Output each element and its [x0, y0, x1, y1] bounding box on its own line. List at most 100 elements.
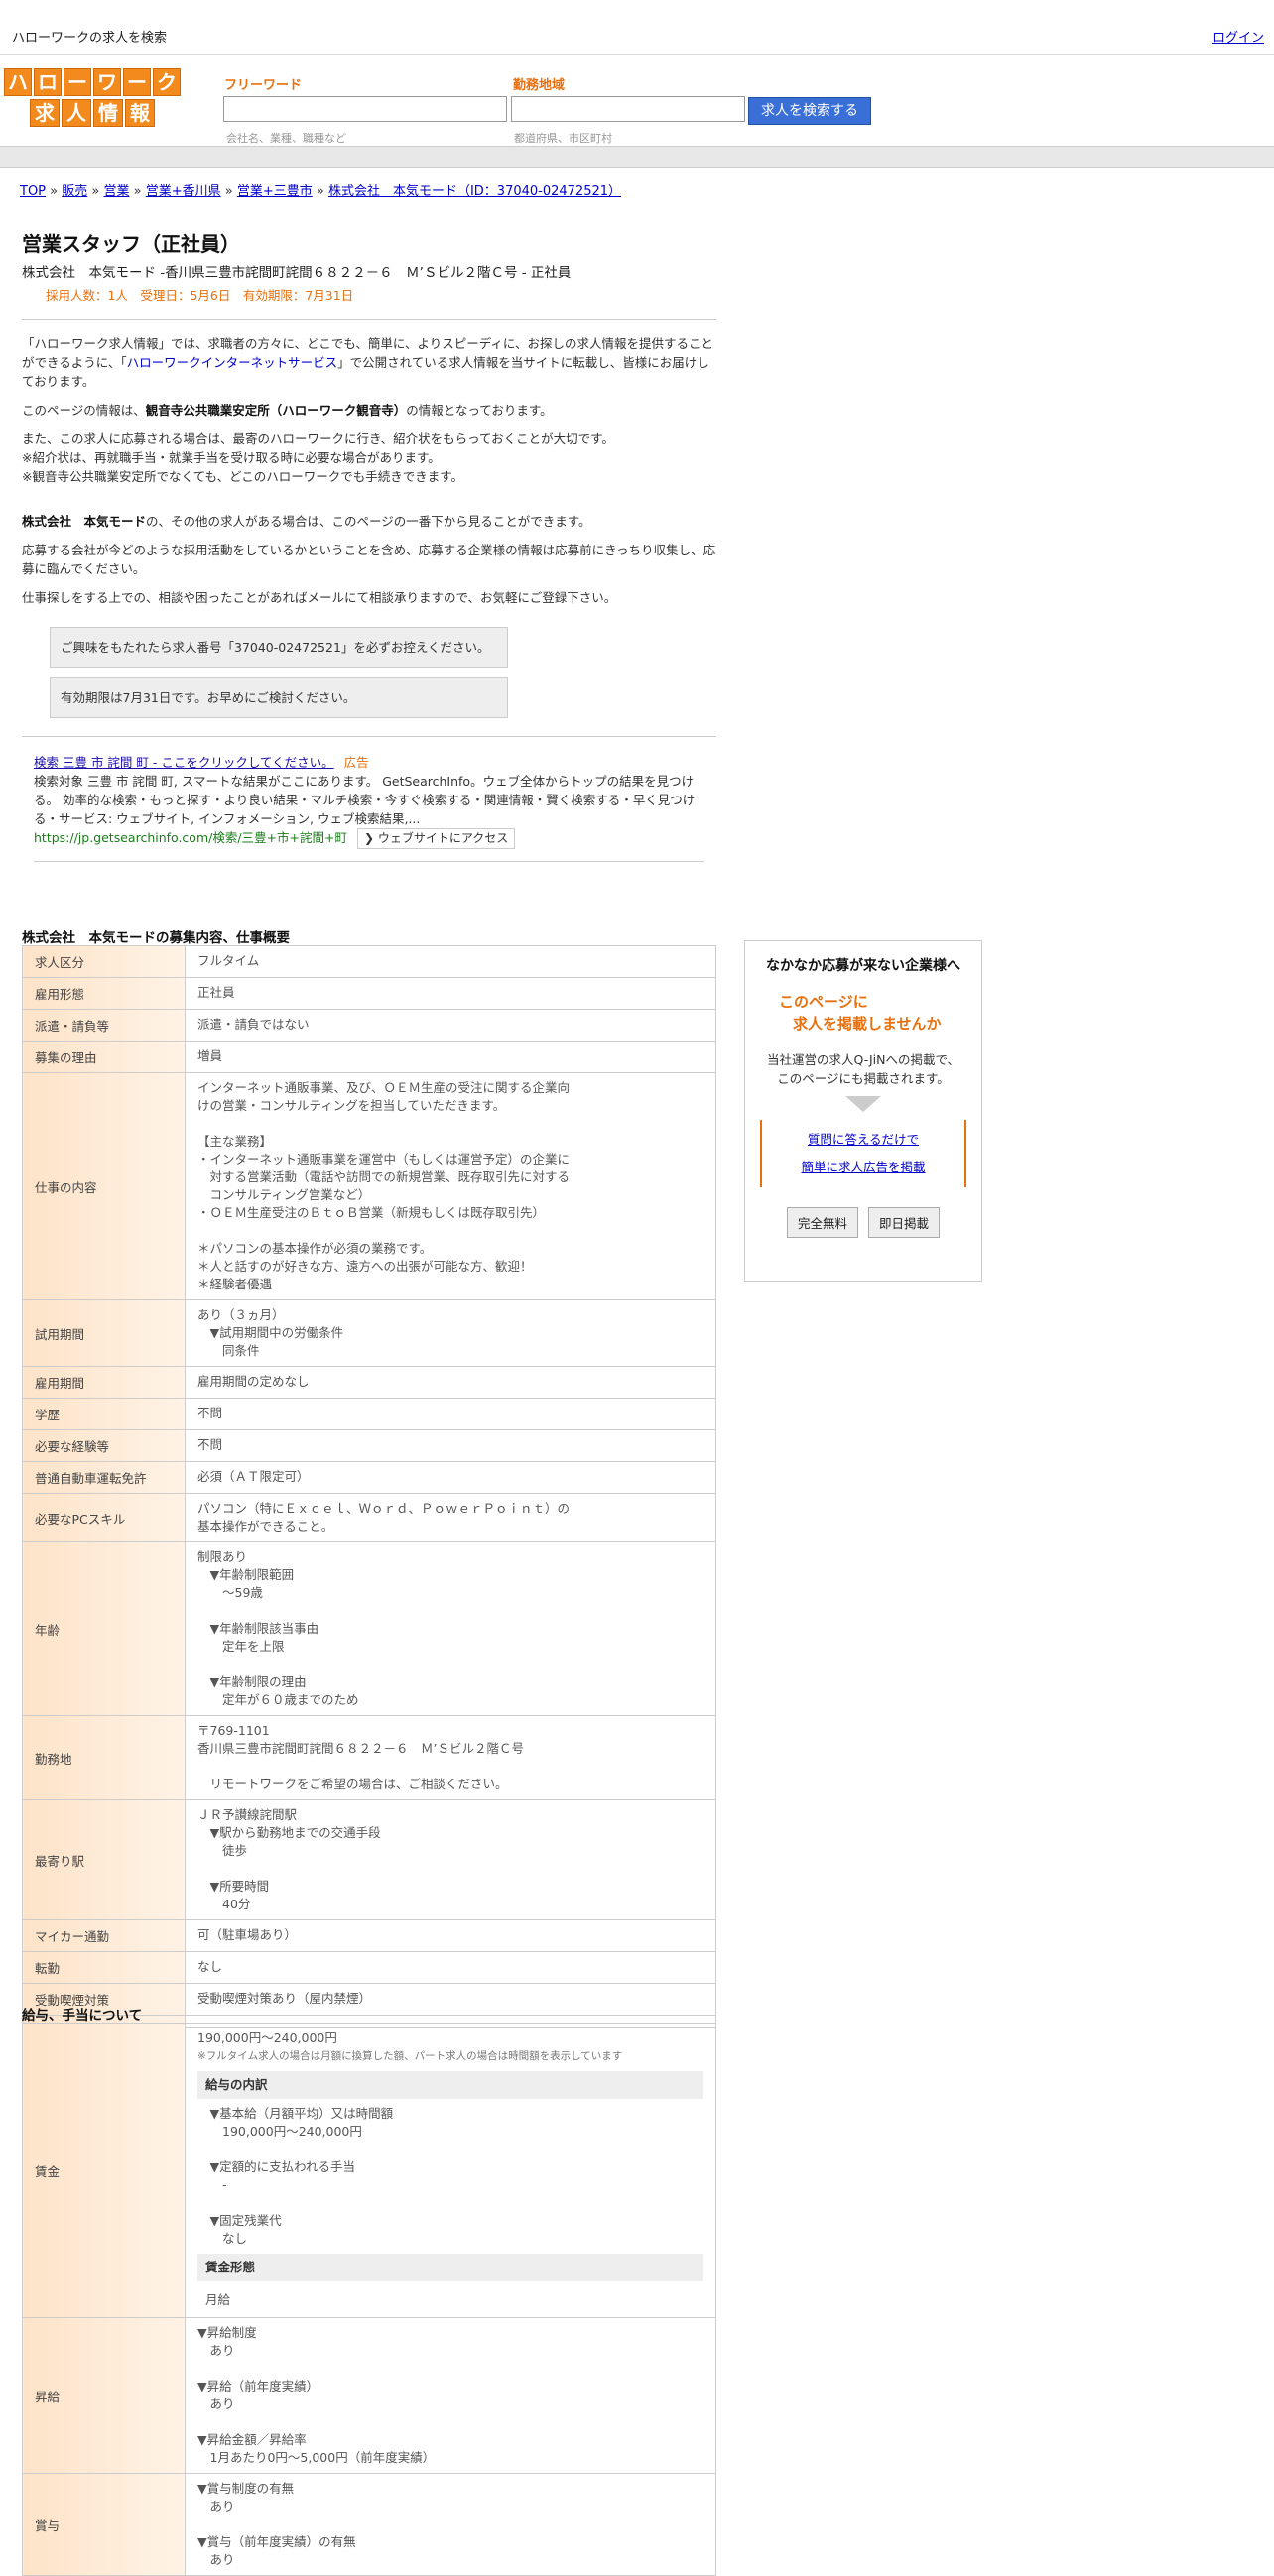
area-input[interactable] — [511, 96, 745, 122]
divider — [34, 861, 704, 862]
promo-catchphrase: このページに 求人を掲載しませんか — [745, 991, 981, 1035]
breadcrumb-sep: » — [46, 184, 63, 199]
keyword-label: フリーワード — [224, 78, 303, 93]
breadcrumb-sep: » — [87, 184, 104, 199]
table-row: 雇用形態 正社員 — [22, 977, 716, 1010]
row-header: 雇用期間 — [22, 1366, 186, 1399]
breadcrumb-link[interactable]: 営業+香川県 — [146, 184, 221, 199]
promo-links: 質問に答えるだけで 簡単に求人広告を掲載 — [760, 1120, 966, 1187]
arrow-down-icon — [845, 1096, 881, 1112]
promo-title: なかなか応募が来ない企業様へ — [766, 958, 960, 974]
logo-char: ワ — [93, 68, 121, 96]
row-header: 昇給 — [22, 2317, 186, 2474]
table-row: 年齢 制限あり ▼年齢制限範囲 〜59歳 ▼年齢制限該当事由 定年を上限 ▼年齢制… — [22, 1541, 716, 1716]
breadcrumb-sep: » — [129, 184, 146, 199]
job-meta: 採用人数：1人 受理日：5月6日 有効期限：7月31日 — [46, 288, 354, 303]
area-label: 勤務地域 — [513, 78, 566, 93]
row-header: 転勤 — [22, 1951, 186, 1984]
breadcrumb-link[interactable]: TOP — [20, 184, 46, 199]
row-header: 賃金 — [22, 2023, 186, 2318]
breakdown-title: 給与の内訳 — [197, 2071, 703, 2099]
logo-char: 求 — [30, 99, 60, 127]
row-header: 最寄り駅 — [22, 1799, 186, 1920]
row-header: 派遣・請負等 — [22, 1009, 186, 1042]
breadcrumb: TOP » 販売 » 営業 » 営業+香川県 » 営業+三豊市 » 株式会社 本… — [20, 181, 621, 199]
advice-paragraph: 応募する会社が今どのような採用活動をしているかということを含め、応募する企業様の… — [22, 543, 716, 576]
row-value: 必須（ＡＴ限定可） — [185, 1461, 716, 1494]
ad-block: 検索 三豊 市 詫間 町 - ここをクリックしてください。 広告 検索対象 三豊 … — [22, 753, 716, 849]
logo-char: 情 — [93, 99, 123, 127]
intro-text: ※観音寺公共職業安定所でなくても、どこのハローワークでも手続きできます。 — [22, 469, 463, 484]
row-header: 賞与 — [22, 2473, 186, 2576]
same-day-button[interactable]: 即日掲載 — [868, 1207, 941, 1238]
intro-text: の、その他の求人がある場合は、このページの一番下から見ることができます。 — [146, 514, 591, 529]
row-value: パソコン（特にＥｘｃｅｌ、Ｗｏｒｄ、ＰｏｗｅｒＰｏｉｎｔ）の 基本操作ができるこ… — [185, 1493, 716, 1542]
ad-title-link[interactable]: 検索 三豊 市 詫間 町 - ここをクリックしてください。 — [34, 755, 334, 770]
table-row: 募集の理由 増員 — [22, 1041, 716, 1073]
office-name: 観音寺公共職業安定所（ハローワーク観音寺） — [145, 403, 407, 418]
table-row: 求人区分 フルタイム — [22, 945, 716, 978]
free-button[interactable]: 完全無料 — [786, 1207, 858, 1238]
row-value: 雇用期間の定めなし — [185, 1366, 716, 1399]
login-link[interactable]: ログイン — [1212, 27, 1264, 46]
keyword-input[interactable] — [223, 96, 507, 122]
contact-paragraph: 仕事探しをする上での、相談や困ったことがあればメールにて相談承りますので、お気軽… — [22, 590, 617, 605]
breadcrumb-link[interactable]: 株式会社 本気モード（ID：37040-02472521） — [328, 184, 621, 199]
breadcrumb-link[interactable]: 販売 — [62, 184, 87, 199]
expiry-note: 有効期限は7月31日です。お早めにご検討ください。 — [50, 677, 508, 718]
row-value: あり（３ヵ月） ▼試用期間中の労働条件 同条件 — [185, 1299, 716, 1367]
logo-char: ー — [64, 68, 91, 96]
logo-char: ー — [123, 68, 151, 96]
ad-url[interactable]: https://jp.getsearchinfo.com/検索/三豊+市+詫間+… — [34, 830, 347, 845]
row-value: 受動喫煙対策あり（屋内禁煙） — [185, 1983, 716, 2016]
row-value: なし — [185, 1951, 716, 1984]
row-header: マイカー通勤 — [22, 1919, 186, 1952]
main-content: 営業スタッフ（正社員） 株式会社 本気モード -香川県三豊市詫間町詫間６８２２－… — [22, 228, 716, 862]
header: ハ ロ ー ワ ー ク 求 人 情 報 フリーワード 会社名、業種、職種など 勤… — [0, 55, 1274, 146]
promo-link-questions[interactable]: 質問に答えるだけで — [808, 1132, 919, 1147]
row-header: 求人区分 — [22, 945, 186, 978]
table-row: 必要な経験等 不問 — [22, 1429, 716, 1462]
logo-char: 人 — [62, 99, 91, 127]
table-row: 学歴 不問 — [22, 1398, 716, 1430]
wage-range: 190,000円〜240,000円 — [197, 2030, 337, 2045]
search-button[interactable]: 求人を検索する — [748, 97, 871, 125]
promo-catch-line: このページに — [779, 993, 868, 1011]
intro-paragraph: 「ハローワーク求人情報」では、求職者の方々に、どこでも、簡単に、よりスピーディに… — [22, 334, 716, 391]
row-header: 勤務地 — [22, 1715, 186, 1800]
breadcrumb-link[interactable]: 営業+三豊市 — [237, 184, 313, 199]
divider — [22, 319, 716, 320]
area-hint: 都道府県、市区町村 — [514, 132, 612, 145]
row-header: 募集の理由 — [22, 1041, 186, 1073]
logo-char: ロ — [34, 68, 62, 96]
wage-breakdown: ▼基本給（月額平均）又は時間額 190,000円〜240,000円 ▼定額的に支… — [209, 2106, 394, 2246]
row-value: 190,000円〜240,000円 ※フルタイム求人の場合は月額に換算した額、パ… — [185, 2023, 716, 2318]
table-row: 勤務地 〒769-1101 香川県三豊市詫間町詫間６８２２－６ Ｍ’Ｓビル２階Ｃ号… — [22, 1715, 716, 1800]
keyword-hint: 会社名、業種、職種など — [226, 132, 346, 145]
breadcrumb-sep: » — [220, 184, 237, 199]
row-value: ▼賞与制度の有無 あり ▼賞与（前年度実績）の有無 あり — [185, 2473, 716, 2576]
row-header: 年齢 — [22, 1541, 186, 1716]
promo-desc-line: 当社運営の求人Q-JiNへの掲載で、 — [767, 1052, 959, 1067]
table-row: 転勤 なし — [22, 1951, 716, 1984]
table-row: 最寄り駅 ＪＲ予讃線詫間駅 ▼駅から勤務地までの交通手段 徒歩 ▼所要時間 40分 — [22, 1799, 716, 1920]
row-value: 制限あり ▼年齢制限範囲 〜59歳 ▼年齢制限該当事由 定年を上限 ▼年齢制限の… — [185, 1541, 716, 1716]
ad-visit-button[interactable]: ❯ ウェブサイトにアクセス — [356, 828, 516, 849]
divider — [22, 736, 716, 737]
hellowork-internet-link[interactable]: ハローワークインターネットサービス — [127, 355, 338, 370]
wage-note: ※フルタイム求人の場合は月額に換算した額、パート求人の場合は時間額を表示していま… — [197, 2050, 623, 2062]
row-header: 必要な経験等 — [22, 1429, 186, 1462]
promo-desc-line: このページにも掲載されます。 — [777, 1071, 950, 1086]
promo-link-post-ad[interactable]: 簡単に求人広告を掲載 — [801, 1160, 925, 1174]
site-title: ハローワークの求人を検索 — [12, 31, 168, 46]
hellowork-logo[interactable]: ハ ロ ー ワ ー ク 求 人 情 報 — [4, 68, 181, 127]
section-title: 給与、手当について — [22, 2008, 143, 2024]
logo-char: 報 — [125, 99, 155, 127]
top-bar: ハローワークの求人を検索 ログイン — [0, 0, 1274, 55]
row-value: 不問 — [185, 1398, 716, 1430]
breadcrumb-link[interactable]: 営業 — [103, 184, 129, 199]
row-value: 正社員 — [185, 977, 716, 1010]
job-title: 営業スタッフ（正社員） — [22, 232, 240, 256]
wage-form-value: 月給 — [205, 2292, 231, 2307]
row-header: 仕事の内容 — [22, 1072, 186, 1300]
